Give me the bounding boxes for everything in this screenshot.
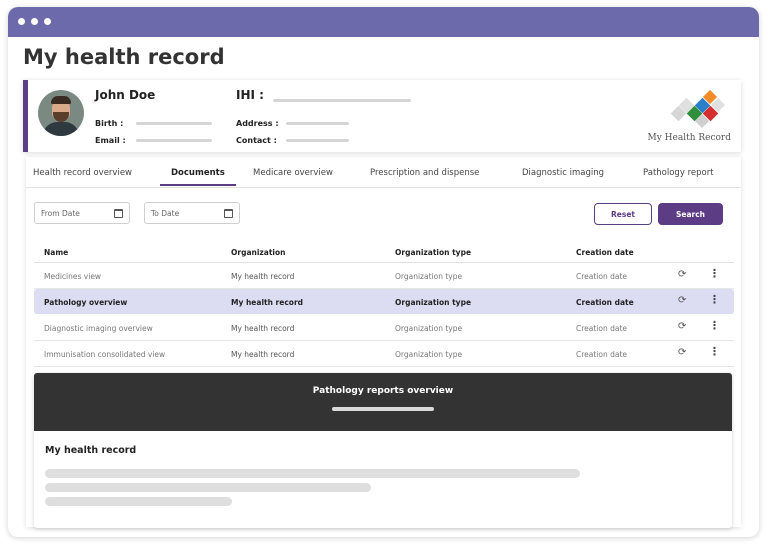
contact-value-placeholder (286, 139, 349, 142)
row-creation-date: Creation date (576, 272, 628, 281)
more-vertical-icon[interactable]: ⋮ (709, 268, 720, 279)
from-date-input[interactable]: From Date (34, 202, 130, 224)
address-label: Address : (236, 119, 279, 128)
row-organization: My health record (231, 298, 304, 307)
more-vertical-icon[interactable]: ⋮ (709, 294, 720, 305)
table-row[interactable]: Immunisation consolidated view My health… (34, 341, 734, 367)
to-date-placeholder: To Date (151, 209, 180, 218)
email-value-placeholder (136, 139, 212, 142)
row-creation-date: Creation date (576, 298, 634, 307)
column-header-organization-type: Organization type (395, 248, 472, 257)
address-value-placeholder (286, 122, 349, 125)
document-preview: Pathology reports overview My health rec… (34, 373, 732, 528)
row-name: Pathology overview (44, 298, 128, 307)
tab-health-record-overview[interactable]: Health record overview (33, 168, 132, 178)
preview-title-bar (332, 407, 434, 411)
column-header-name: Name (44, 248, 69, 257)
tab-diagnostic-imaging[interactable]: Diagnostic imaging (522, 168, 604, 178)
to-date-input[interactable]: To Date (144, 202, 240, 224)
birth-label: Birth : (95, 119, 124, 128)
row-organization-type: Organization type (395, 350, 463, 359)
ihi-value-placeholder (273, 99, 411, 102)
row-organization: My health record (231, 324, 295, 333)
tab-medicare-overview[interactable]: Medicare overview (253, 168, 333, 178)
birth-value-placeholder (136, 122, 212, 125)
refresh-icon[interactable]: ⟳ (678, 270, 686, 280)
tab-documents[interactable]: Documents (171, 168, 225, 178)
ihi-label: IHI : (236, 88, 264, 102)
my-health-record-logo: My Health Record (631, 86, 731, 146)
contact-label: Contact : (236, 136, 277, 145)
preview-title: Pathology reports overview (312, 386, 454, 396)
row-name: Medicines view (44, 272, 102, 281)
calendar-icon[interactable] (224, 209, 233, 218)
window-control-dot[interactable] (31, 18, 38, 25)
row-name: Immunisation consolidated view (44, 350, 166, 359)
patient-card: John Doe Birth : Email : IHI : Address :… (23, 80, 741, 152)
refresh-icon[interactable]: ⟳ (678, 322, 686, 332)
window-titlebar (8, 7, 759, 37)
row-organization-type: Organization type (395, 272, 463, 281)
text-placeholder-line (45, 469, 580, 478)
tab-bar: Health record overview Documents Medicar… (26, 165, 741, 188)
column-header-creation-date: Creation date (576, 248, 634, 257)
row-organization: My health record (231, 350, 295, 359)
row-organization: My health record (231, 272, 295, 281)
logo-text: My Health Record (647, 133, 731, 143)
reset-button[interactable]: Reset (594, 203, 652, 225)
row-organization-type: Organization type (395, 298, 472, 307)
patient-name: John Doe (95, 88, 156, 102)
email-label: Email : (95, 136, 126, 145)
text-placeholder-line (45, 483, 371, 492)
preview-header: Pathology reports overview (34, 373, 732, 431)
table-row-selected[interactable]: Pathology overview My health record Orga… (34, 289, 734, 314)
row-creation-date: Creation date (576, 324, 628, 333)
tab-prescription-and-dispense[interactable]: Prescription and dispense (370, 168, 479, 178)
row-organization-type: Organization type (395, 324, 463, 333)
more-vertical-icon[interactable]: ⋮ (709, 320, 720, 331)
from-date-placeholder: From Date (41, 209, 80, 218)
text-placeholder-line (45, 497, 232, 506)
refresh-icon[interactable]: ⟳ (678, 348, 686, 358)
avatar (38, 90, 84, 136)
row-creation-date: Creation date (576, 350, 628, 359)
search-button[interactable]: Search (658, 203, 723, 225)
active-tab-indicator (160, 184, 236, 186)
page-title: My health record (23, 45, 225, 69)
calendar-icon[interactable] (114, 209, 123, 218)
table-row[interactable]: Medicines view My health record Organiza… (34, 263, 734, 289)
row-name: Diagnostic imaging overview (44, 324, 153, 333)
table-row[interactable]: Diagnostic imaging overview My health re… (34, 315, 734, 341)
documents-panel: Health record overview Documents Medicar… (26, 157, 741, 528)
window-control-dot[interactable] (18, 18, 25, 25)
logo-mark-icon (670, 89, 726, 129)
refresh-icon[interactable]: ⟳ (678, 296, 686, 306)
column-header-organization: Organization (231, 248, 286, 257)
more-vertical-icon[interactable]: ⋮ (709, 346, 720, 357)
preview-subtitle: My health record (45, 445, 137, 456)
browser-window: My health record John Doe Birth : Email … (8, 7, 759, 537)
window-control-dot[interactable] (44, 18, 51, 25)
tab-pathology-report[interactable]: Pathology report (643, 168, 714, 178)
